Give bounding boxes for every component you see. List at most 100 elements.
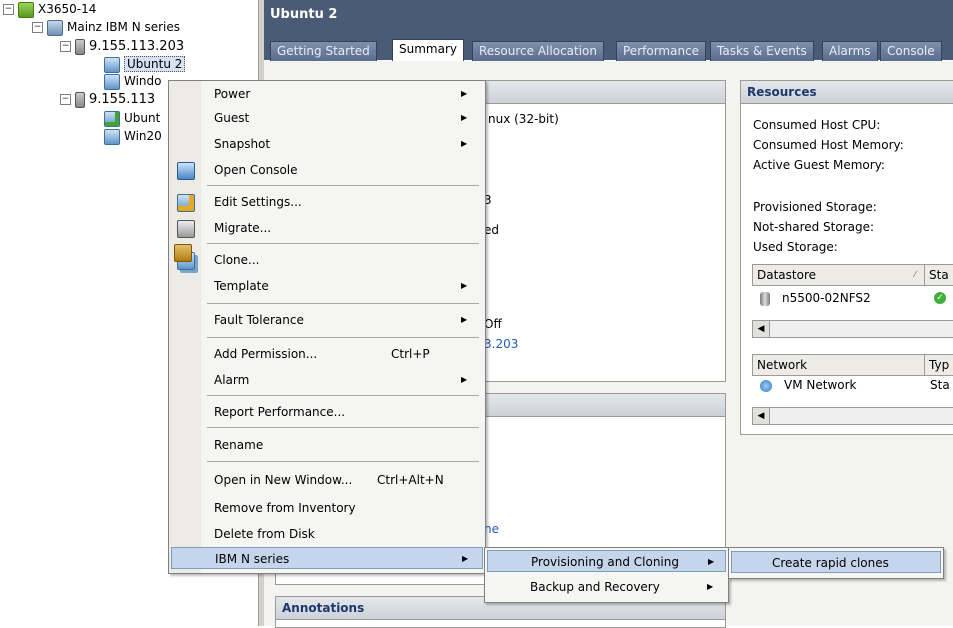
- menu-separator: [207, 185, 479, 186]
- menu-item-open-new-window[interactable]: Open in New Window... Ctrl+Alt+N: [171, 469, 481, 491]
- collapse-icon[interactable]: −: [32, 22, 43, 33]
- menu-item-report-performance[interactable]: Report Performance...: [171, 401, 481, 423]
- vm-icon: [104, 56, 120, 73]
- tab-resource-allocation[interactable]: Resource Allocation: [472, 41, 605, 61]
- datastore-row[interactable]: n5500-02NFS2: [760, 291, 871, 306]
- used-storage-label: Used Storage:: [753, 240, 838, 254]
- command-link[interactable]: ne: [484, 522, 499, 536]
- general-value: ed: [484, 223, 499, 237]
- menu-separator: [207, 303, 479, 304]
- menu-item-create-rapid-clones[interactable]: Create rapid clones: [731, 551, 941, 573]
- edit-settings-icon: [177, 194, 195, 212]
- menu-item-delete-disk[interactable]: Delete from Disk: [171, 523, 481, 545]
- submenu-arrow-icon: ▶: [461, 113, 468, 122]
- tree-node-cluster[interactable]: − Mainz IBM N series: [32, 18, 180, 36]
- status-column-header[interactable]: Sta: [924, 264, 953, 286]
- menu-item-edit-settings[interactable]: Edit Settings...: [171, 191, 481, 213]
- datastore-icon: [760, 291, 770, 306]
- console-icon: [177, 162, 195, 180]
- vm-icon: [104, 128, 120, 145]
- menu-label: Alarm: [214, 373, 250, 387]
- tree-node-vm-ubuntu2[interactable]: Ubuntu 2: [104, 55, 186, 73]
- vm-header: [264, 0, 953, 34]
- tab-tasks-events[interactable]: Tasks & Events: [710, 41, 814, 61]
- datastore-column-header[interactable]: Datastore ⁄: [752, 264, 925, 286]
- tree-node-host-1[interactable]: − 9.155.113.203: [60, 37, 184, 55]
- menu-label: Remove from Inventory: [214, 501, 356, 515]
- menu-item-migrate[interactable]: Migrate...: [171, 217, 481, 239]
- tree-label: Ubunt: [124, 111, 161, 125]
- menu-item-clone[interactable]: Clone...: [171, 249, 481, 271]
- vm-powered-on-icon: [104, 110, 120, 127]
- status-ok-icon: ✓: [934, 292, 946, 304]
- scroll-left-icon[interactable]: ◀: [753, 321, 770, 337]
- menu-item-provisioning-cloning[interactable]: Provisioning and Cloning ▶: [487, 550, 726, 572]
- migrate-icon: [177, 220, 195, 238]
- menu-item-ibm-n-series[interactable]: IBM N series ▶: [171, 547, 483, 569]
- collapse-icon[interactable]: −: [60, 94, 71, 105]
- network-hscrollbar[interactable]: ◀: [752, 407, 953, 425]
- tree-node-datacenter[interactable]: − X3650-14: [3, 0, 96, 18]
- tab-alarms[interactable]: Alarms: [822, 41, 878, 61]
- menu-item-power[interactable]: Power ▶: [171, 83, 481, 105]
- menu-item-remove-inventory[interactable]: Remove from Inventory: [171, 497, 481, 519]
- tree-label: X3650-14: [38, 2, 97, 16]
- menu-item-add-permission[interactable]: Add Permission... Ctrl+P: [171, 343, 481, 365]
- menu-item-open-console[interactable]: Open Console: [171, 159, 481, 181]
- menu-separator: [207, 337, 479, 338]
- menu-label: Open in New Window...: [214, 473, 353, 487]
- menu-separator: [207, 243, 479, 244]
- submenu-arrow-icon: ▶: [461, 281, 468, 290]
- menu-label: Migrate...: [214, 221, 272, 235]
- tab-summary[interactable]: Summary: [392, 39, 464, 62]
- tree-label: Windo: [124, 74, 162, 88]
- tree-node-vm-windows[interactable]: Windo: [104, 72, 162, 90]
- network-name: VM Network: [784, 378, 857, 392]
- network-column-header[interactable]: Network: [752, 354, 925, 376]
- not-shared-storage-label: Not-shared Storage:: [753, 220, 875, 234]
- ip-address-link[interactable]: 3.203: [484, 337, 518, 351]
- submenu-arrow-icon: ▶: [462, 554, 469, 563]
- tree-node-vm-win2[interactable]: Win20: [104, 127, 162, 145]
- tab-console[interactable]: Console: [880, 41, 942, 61]
- column-label: Datastore: [757, 268, 817, 282]
- submenu-arrow-icon: ▶: [461, 315, 468, 324]
- tab-getting-started[interactable]: Getting Started: [270, 41, 377, 61]
- menu-item-guest[interactable]: Guest ▶: [171, 107, 481, 129]
- menu-item-fault-tolerance[interactable]: Fault Tolerance ▶: [171, 309, 481, 331]
- menu-item-rename[interactable]: Rename: [171, 434, 481, 456]
- collapse-icon[interactable]: −: [60, 41, 71, 52]
- tree-label: Ubuntu 2: [124, 56, 186, 72]
- tree-label: 9.155.113: [89, 92, 156, 107]
- datastore-hscrollbar[interactable]: ◀: [752, 320, 953, 338]
- type-column-header[interactable]: Typ: [924, 354, 953, 376]
- tab-performance[interactable]: Performance: [616, 41, 707, 61]
- menu-shortcut: Ctrl+P: [391, 347, 430, 361]
- menu-label: Power: [214, 87, 251, 101]
- submenu-arrow-icon: ▶: [707, 582, 714, 591]
- ibm-n-series-submenu: Provisioning and Cloning ▶ Backup and Rec…: [484, 547, 729, 603]
- menu-label: Rename: [214, 438, 264, 452]
- menu-separator: [207, 427, 479, 428]
- tree-node-vm-ubuntu[interactable]: Ubunt: [104, 109, 160, 127]
- submenu-arrow-icon: ▶: [461, 139, 468, 148]
- tree-node-host-2[interactable]: − 9.155.113: [60, 90, 155, 108]
- menu-label: Open Console: [214, 163, 298, 177]
- network-row[interactable]: VM Network: [760, 378, 856, 392]
- menu-item-template[interactable]: Template ▶: [171, 275, 481, 297]
- menu-label: Provisioning and Cloning: [531, 555, 679, 569]
- menu-item-snapshot[interactable]: Snapshot ▶: [171, 133, 481, 155]
- ft-status-value: Off: [484, 317, 502, 331]
- network-type: Sta: [930, 378, 950, 392]
- menu-label: Fault Tolerance: [214, 313, 304, 327]
- consumed-memory-label: Consumed Host Memory:: [753, 138, 904, 152]
- clone-vm-icon: [174, 244, 192, 262]
- menu-item-alarm[interactable]: Alarm ▶: [171, 369, 481, 391]
- menu-label: Backup and Recovery: [530, 580, 660, 594]
- tree-label: Mainz IBM N series: [67, 20, 181, 34]
- sort-icon: ⁄: [914, 270, 916, 280]
- menu-item-backup-recovery[interactable]: Backup and Recovery ▶: [487, 576, 726, 598]
- collapse-icon[interactable]: −: [3, 4, 14, 15]
- submenu-arrow-icon: ▶: [461, 375, 468, 384]
- scroll-left-icon[interactable]: ◀: [753, 408, 770, 424]
